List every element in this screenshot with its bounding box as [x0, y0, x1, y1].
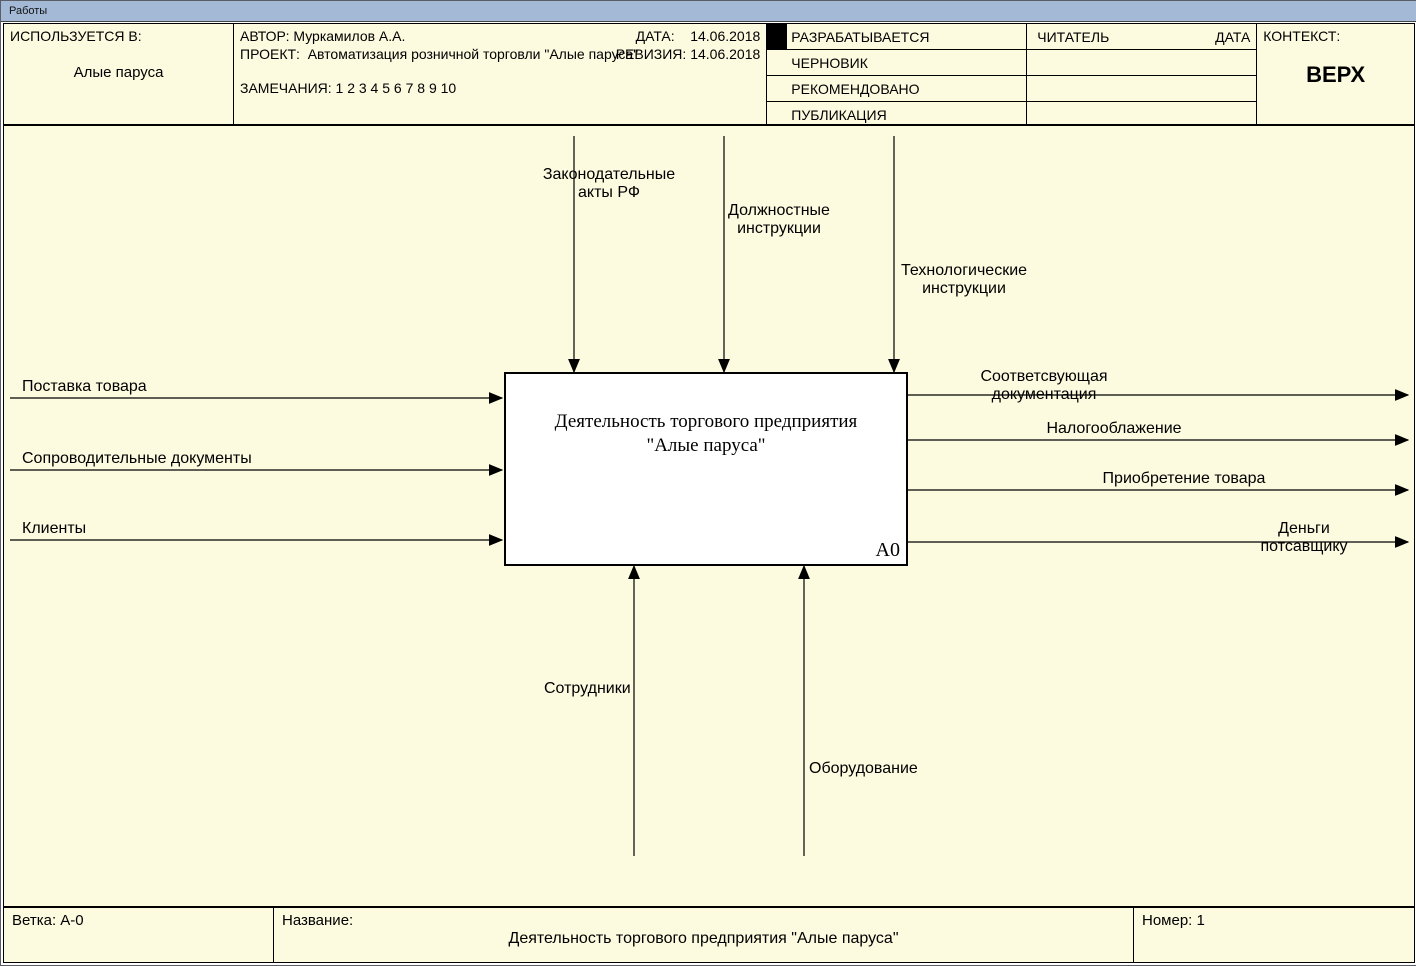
date-label: ДАТА:: [636, 28, 675, 44]
control-label-2: Должностные инструкции: [728, 202, 830, 238]
titlebar[interactable]: Работы: [1, 1, 1416, 22]
reader-label: ЧИТАТЕЛЬ: [1033, 29, 1109, 45]
branch-label: Ветка:: [12, 912, 56, 929]
remarks-value: 1 2 3 4 5 6 7 8 9 10: [336, 80, 457, 96]
activity-box[interactable]: Деятельность торгового предприятия "Алые…: [504, 372, 908, 566]
mechanism-label-2: Оборудование: [809, 760, 918, 778]
date-value: 14.06.2018: [690, 28, 760, 44]
input-label-3: Клиенты: [22, 520, 86, 538]
activity-title-line2: "Алые паруса": [646, 435, 765, 456]
context-label: КОНТЕКСТ:: [1263, 28, 1408, 44]
activity-title-line1: Деятельность торгового предприятия: [555, 411, 858, 432]
tab-label: Работы: [9, 5, 47, 17]
revision-value: 14.06.2018: [690, 46, 760, 62]
control-label-1: Законодательные акты РФ: [543, 166, 675, 202]
remarks-label: ЗАМЕЧАНИЯ:: [240, 80, 332, 96]
idef0-header: ИСПОЛЬЗУЕТСЯ В: Алые паруса АВТОР: Мурка…: [4, 24, 1414, 126]
footer-number-label: Номер:: [1142, 912, 1192, 929]
mechanism-label-1: Сотрудники: [544, 680, 631, 698]
used-in-value: Алые паруса: [10, 64, 227, 81]
input-label-1: Поставка товара: [22, 378, 147, 396]
app-window: Работы ИСПОЛЬЗУЕТСЯ В: Алые паруса АВТОР…: [0, 0, 1416, 966]
status-publication: ПУБЛИКАЦИЯ: [787, 107, 886, 123]
footer-name-value: Деятельность торгового предприятия "Алые…: [509, 930, 899, 948]
status-recommended: РЕКОМЕНДОВАНО: [787, 81, 919, 97]
output-label-2: Налогооблажение: [1046, 420, 1181, 438]
footer-name-label: Название:: [282, 912, 353, 929]
revision-label: РЕВИЗИЯ:: [616, 46, 687, 62]
branch-value: A-0: [60, 912, 83, 929]
context-value: ВЕРХ: [1263, 44, 1408, 88]
project-label: ПРОЕКТ:: [240, 46, 300, 62]
footer-number-value: 1: [1197, 912, 1205, 929]
output-label-1: Соответсвующая документация: [980, 368, 1107, 404]
reader-date-label: ДАТА: [1211, 29, 1250, 45]
used-in-label: ИСПОЛЬЗУЕТСЯ В:: [10, 28, 227, 44]
output-label-4: Деньги потсавщику: [1260, 520, 1347, 556]
diagram-canvas[interactable]: Деятельность торгового предприятия "Алые…: [4, 130, 1414, 906]
control-label-3: Технологические инструкции: [901, 262, 1027, 298]
input-label-2: Сопроводительные документы: [22, 450, 252, 468]
status-draft: ЧЕРНОВИК: [787, 55, 868, 71]
project-value: Автоматизация розничной торговли "Алые п…: [308, 46, 608, 62]
author-value: Муркамилов А.А.: [293, 28, 405, 44]
author-label: АВТОР:: [240, 28, 289, 44]
status-developing: РАЗРАБАТЫВАЕТСЯ: [787, 29, 929, 45]
output-label-3: Приобретение товара: [1103, 470, 1266, 488]
diagram-sheet: ИСПОЛЬЗУЕТСЯ В: Алые паруса АВТОР: Мурка…: [3, 23, 1415, 963]
activity-tag: А0: [876, 539, 900, 562]
idef0-footer: Ветка: A-0 Название: Деятельность торгов…: [4, 906, 1414, 962]
